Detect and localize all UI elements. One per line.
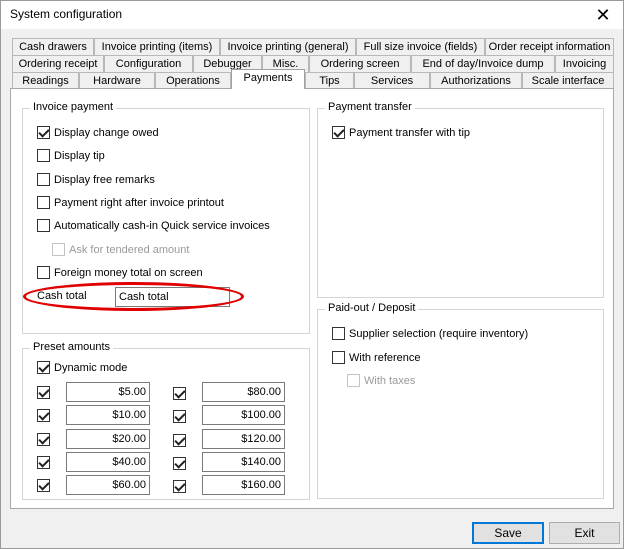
checkbox-label: Dynamic mode xyxy=(54,361,128,374)
tab-invoice-printing-items[interactable]: Invoice printing (items) xyxy=(94,38,220,55)
tab-tips[interactable]: Tips xyxy=(305,72,354,89)
payment-transfer-group: Payment transfer Payment transfer with t… xyxy=(317,101,604,298)
paid-out-deposit-group: Paid-out / Deposit Supplier selection (r… xyxy=(317,302,604,499)
checkbox-box xyxy=(37,266,50,279)
preset-amount-4-input[interactable]: $40.00 xyxy=(66,452,150,472)
checkbox-label: Ask for tendered amount xyxy=(69,243,190,256)
tab-full-size-invoice-fields[interactable]: Full size invoice (fields) xyxy=(356,38,485,55)
tab-invoicing[interactable]: Invoicing xyxy=(555,55,614,72)
display-tip-checkbox[interactable]: Display tip xyxy=(37,149,105,162)
with-taxes-checkbox: With taxes xyxy=(347,374,415,387)
checkbox-box xyxy=(332,351,345,364)
tab-payments[interactable]: Payments xyxy=(231,69,305,89)
invoice-payment-group: Invoice payment Display change owed Disp… xyxy=(22,101,310,334)
preset-amount-10-input[interactable]: $160.00 xyxy=(202,475,285,495)
group-title: Invoice payment xyxy=(30,101,117,113)
checkbox-box xyxy=(37,196,50,209)
cash-total-input[interactable]: Cash total xyxy=(115,287,230,307)
checkbox-label: Display tip xyxy=(54,149,105,162)
dynamic-mode-checkbox[interactable]: Dynamic mode xyxy=(37,361,127,374)
tab-cash-drawers[interactable]: Cash drawers xyxy=(12,38,94,55)
preset-amount-2-input[interactable]: $10.00 xyxy=(66,405,150,425)
exit-button[interactable]: Exit xyxy=(549,522,620,544)
display-free-remarks-checkbox[interactable]: Display free remarks xyxy=(37,173,155,186)
group-title: Paid-out / Deposit xyxy=(325,302,419,314)
checkbox-label: Supplier selection (require inventory) xyxy=(349,327,529,340)
preset-amount-7-input[interactable]: $100.00 xyxy=(202,405,285,425)
supplier-selection-checkbox[interactable]: Supplier selection (require inventory) xyxy=(332,327,528,340)
checkbox-label: Automatically cash-in Quick service invo… xyxy=(54,219,270,232)
preset-5-checkbox[interactable] xyxy=(37,479,50,492)
tab-hardware[interactable]: Hardware xyxy=(79,72,155,89)
tab-scale-interface[interactable]: Scale interface xyxy=(522,72,614,89)
tab-configuration[interactable]: Configuration xyxy=(104,55,193,72)
tab-end-of-day-invoice-dump[interactable]: End of day/Invoice dump xyxy=(411,55,555,72)
save-button[interactable]: Save xyxy=(472,522,544,544)
checkbox-label: Payment transfer with tip xyxy=(349,126,471,139)
ask-tendered-amount-checkbox: Ask for tendered amount xyxy=(52,243,189,256)
close-icon: ✕ xyxy=(595,4,611,25)
with-reference-checkbox[interactable]: With reference xyxy=(332,351,421,364)
checkbox-label: Foreign money total on screen xyxy=(54,266,203,279)
checkbox-box xyxy=(347,374,360,387)
preset-4-checkbox[interactable] xyxy=(37,456,50,469)
payment-transfer-with-tip-checkbox[interactable]: Payment transfer with tip xyxy=(332,126,470,139)
payment-right-after-printout-checkbox[interactable]: Payment right after invoice printout xyxy=(37,196,224,209)
auto-cash-in-checkbox[interactable]: Automatically cash-in Quick service invo… xyxy=(37,219,270,232)
preset-8-checkbox[interactable] xyxy=(173,434,186,447)
close-button[interactable]: ✕ xyxy=(583,1,623,29)
checkbox-box xyxy=(37,361,50,374)
foreign-money-total-checkbox[interactable]: Foreign money total on screen xyxy=(37,266,203,279)
checkbox-label: With reference xyxy=(349,351,421,364)
tab-order-receipt-information[interactable]: Order receipt information xyxy=(485,38,614,55)
tab-services[interactable]: Services xyxy=(354,72,430,89)
checkbox-box xyxy=(37,219,50,232)
preset-amount-5-input[interactable]: $60.00 xyxy=(66,475,150,495)
preset-9-checkbox[interactable] xyxy=(173,457,186,470)
window-title: System configuration xyxy=(10,7,123,21)
group-title: Preset amounts xyxy=(30,341,114,353)
preset-amount-6-input[interactable]: $80.00 xyxy=(202,382,285,402)
cash-total-label: Cash total xyxy=(37,290,87,302)
tab-ordering-receipt[interactable]: Ordering receipt xyxy=(12,55,104,72)
checkbox-label: Display change owed xyxy=(54,126,159,139)
preset-10-checkbox[interactable] xyxy=(173,480,186,493)
checkbox-box xyxy=(332,126,345,139)
checkbox-label: Payment right after invoice printout xyxy=(54,196,224,209)
tab-readings[interactable]: Readings xyxy=(12,72,79,89)
tab-operations[interactable]: Operations xyxy=(155,72,231,89)
preset-7-checkbox[interactable] xyxy=(173,410,186,423)
checkbox-box xyxy=(37,126,50,139)
tab-ordering-screen[interactable]: Ordering screen xyxy=(309,55,411,72)
tab-invoice-printing-general[interactable]: Invoice printing (general) xyxy=(220,38,356,55)
preset-amount-9-input[interactable]: $140.00 xyxy=(202,452,285,472)
preset-2-checkbox[interactable] xyxy=(37,409,50,422)
title-bar: System configuration ✕ xyxy=(1,1,623,29)
checkbox-label: Display free remarks xyxy=(54,173,155,186)
payments-panel: Invoice payment Display change owed Disp… xyxy=(10,88,614,509)
checkbox-box xyxy=(52,243,65,256)
preset-amount-3-input[interactable]: $20.00 xyxy=(66,429,150,449)
checkbox-label: With taxes xyxy=(364,374,416,387)
system-configuration-window: System configuration ✕ Cash drawers Invo… xyxy=(0,0,624,549)
preset-6-checkbox[interactable] xyxy=(173,387,186,400)
preset-3-checkbox[interactable] xyxy=(37,433,50,446)
preset-amount-8-input[interactable]: $120.00 xyxy=(202,429,285,449)
display-change-owed-checkbox[interactable]: Display change owed xyxy=(37,126,159,139)
group-title: Payment transfer xyxy=(325,101,415,113)
checkbox-box xyxy=(37,173,50,186)
checkbox-box xyxy=(37,149,50,162)
preset-1-checkbox[interactable] xyxy=(37,386,50,399)
checkbox-box xyxy=(332,327,345,340)
tab-authorizations[interactable]: Authorizations xyxy=(430,72,522,89)
preset-amounts-group: Preset amounts Dynamic mode $5.00 $10.00… xyxy=(22,341,310,500)
preset-amount-1-input[interactable]: $5.00 xyxy=(66,382,150,402)
